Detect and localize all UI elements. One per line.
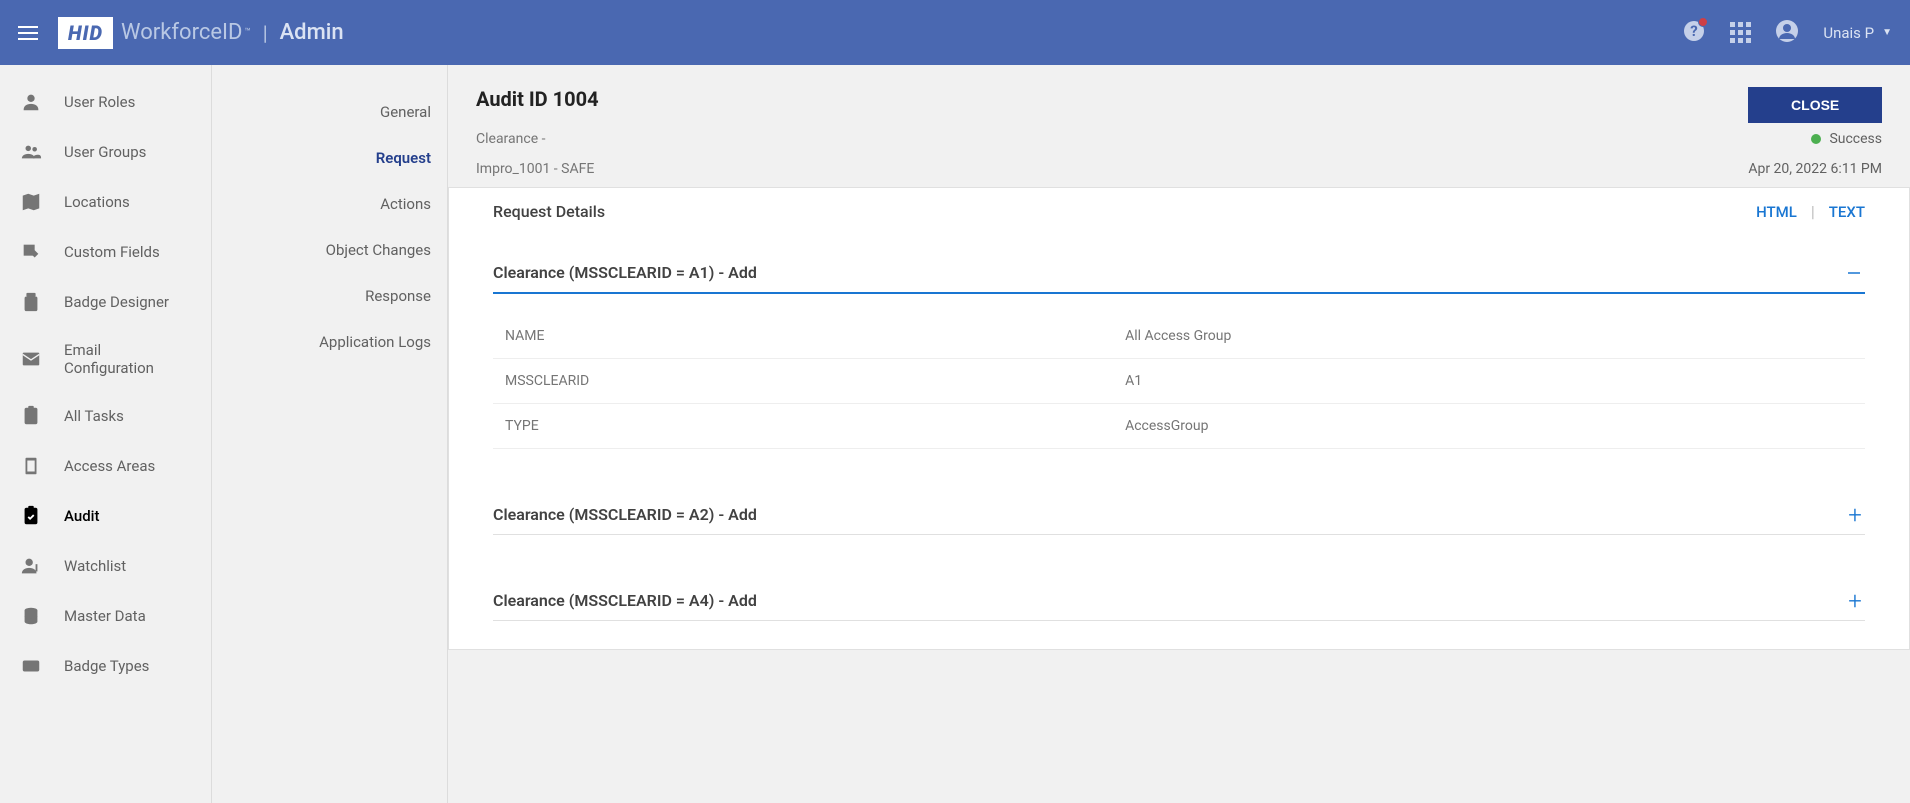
user-name: Unais P: [1823, 24, 1874, 42]
inner-nav-actions[interactable]: Actions: [212, 181, 431, 227]
brand-text: WorkforceID: [121, 20, 242, 45]
row-value: AccessGroup: [1125, 418, 1853, 434]
sidebar-item-email-config[interactable]: Email Configuration: [0, 327, 211, 391]
sidebar-item-label: Audit: [64, 507, 99, 525]
sidebar-item-label: All Tasks: [64, 407, 124, 425]
sidebar-item-all-tasks[interactable]: All Tasks: [0, 391, 211, 441]
page-subtitle: Clearance -: [476, 131, 1748, 147]
svg-text:?: ?: [1691, 22, 1698, 40]
sidebar: User Roles User Groups Locations Custom …: [0, 65, 212, 803]
detail-nav: General Request Actions Object Changes R…: [212, 65, 448, 803]
sidebar-item-user-groups[interactable]: User Groups: [0, 127, 211, 177]
status-text: Success: [1829, 131, 1882, 147]
sidebar-item-audit[interactable]: Audit: [0, 491, 211, 541]
chevron-down-icon: ▼: [1882, 27, 1892, 38]
account-icon[interactable]: [1775, 19, 1799, 47]
table-row: NAME All Access Group: [493, 314, 1865, 359]
clearance-section-a4: Clearance (MSSCLEARID = A4) - Add +: [493, 563, 1865, 621]
inner-nav-general[interactable]: General: [212, 89, 431, 135]
brand-tm: ™: [244, 27, 250, 38]
brand-logo: HID: [58, 17, 113, 49]
sidebar-item-user-roles[interactable]: User Roles: [0, 77, 211, 127]
page-title: Audit ID 1004: [476, 87, 1748, 123]
row-key: MSSCLEARID: [505, 373, 1125, 389]
sidebar-item-watchlist[interactable]: Watchlist: [0, 541, 211, 591]
row-value: All Access Group: [1125, 328, 1853, 344]
page-source: Impro_1001 - SAFE: [476, 161, 1748, 177]
sidebar-item-label: Locations: [64, 193, 130, 211]
row-value: A1: [1125, 373, 1853, 389]
section-title: Clearance (MSSCLEARID = A2) - Add: [493, 505, 1845, 524]
clearance-section-a1: Clearance (MSSCLEARID = A1) - Add NAME A…: [493, 235, 1865, 449]
status-badge: Success: [1748, 131, 1882, 147]
sidebar-item-label: Custom Fields: [64, 243, 160, 261]
sidebar-item-label: Watchlist: [64, 557, 126, 575]
expand-icon[interactable]: +: [1845, 595, 1865, 607]
app-header: HID WorkforceID ™ | Admin ? Unais P ▼: [0, 0, 1910, 65]
sidebar-item-badge-types[interactable]: Badge Types: [0, 641, 211, 691]
expand-icon[interactable]: +: [1845, 509, 1865, 521]
view-html-link[interactable]: HTML: [1756, 203, 1797, 221]
status-dot-icon: [1811, 134, 1821, 144]
sidebar-item-badge-designer[interactable]: Badge Designer: [0, 277, 211, 327]
brand-admin: Admin: [280, 20, 344, 45]
row-key: TYPE: [505, 418, 1125, 434]
request-details-title: Request Details: [493, 202, 1756, 221]
sidebar-item-label: Badge Designer: [64, 293, 169, 311]
view-text-link[interactable]: TEXT: [1829, 203, 1865, 221]
inner-nav-response[interactable]: Response: [212, 273, 431, 319]
apps-icon[interactable]: [1730, 22, 1751, 43]
sidebar-item-label: Email Configuration: [64, 341, 191, 377]
page-date: Apr 20, 2022 6:11 PM: [1748, 161, 1882, 177]
sidebar-item-label: User Groups: [64, 143, 146, 161]
sidebar-item-label: Access Areas: [64, 457, 155, 475]
sidebar-item-custom-fields[interactable]: Custom Fields: [0, 227, 211, 277]
sidebar-item-label: Badge Types: [64, 657, 149, 675]
view-separator: |: [1811, 202, 1815, 221]
inner-nav-application-logs[interactable]: Application Logs: [212, 319, 431, 365]
table-row: TYPE AccessGroup: [493, 404, 1865, 449]
sidebar-item-label: User Roles: [64, 93, 135, 111]
main-content: Audit ID 1004 CLOSE Clearance - Success …: [448, 65, 1910, 803]
sidebar-item-label: Master Data: [64, 607, 146, 625]
row-key: NAME: [505, 328, 1125, 344]
sidebar-item-master-data[interactable]: Master Data: [0, 591, 211, 641]
table-row: MSSCLEARID A1: [493, 359, 1865, 404]
help-icon[interactable]: ?: [1682, 19, 1706, 47]
section-title: Clearance (MSSCLEARID = A4) - Add: [493, 591, 1845, 610]
close-button[interactable]: CLOSE: [1748, 87, 1882, 123]
inner-nav-request[interactable]: Request: [212, 135, 431, 181]
brand-separator: |: [263, 21, 268, 45]
user-menu[interactable]: Unais P ▼: [1823, 24, 1892, 42]
sidebar-item-locations[interactable]: Locations: [0, 177, 211, 227]
collapse-icon[interactable]: [1845, 264, 1865, 282]
sidebar-item-access-areas[interactable]: Access Areas: [0, 441, 211, 491]
section-title: Clearance (MSSCLEARID = A1) - Add: [493, 263, 1845, 282]
notification-dot: [1698, 17, 1708, 27]
menu-button[interactable]: [18, 22, 38, 44]
inner-nav-object-changes[interactable]: Object Changes: [212, 227, 431, 273]
clearance-section-a2: Clearance (MSSCLEARID = A2) - Add +: [493, 477, 1865, 535]
